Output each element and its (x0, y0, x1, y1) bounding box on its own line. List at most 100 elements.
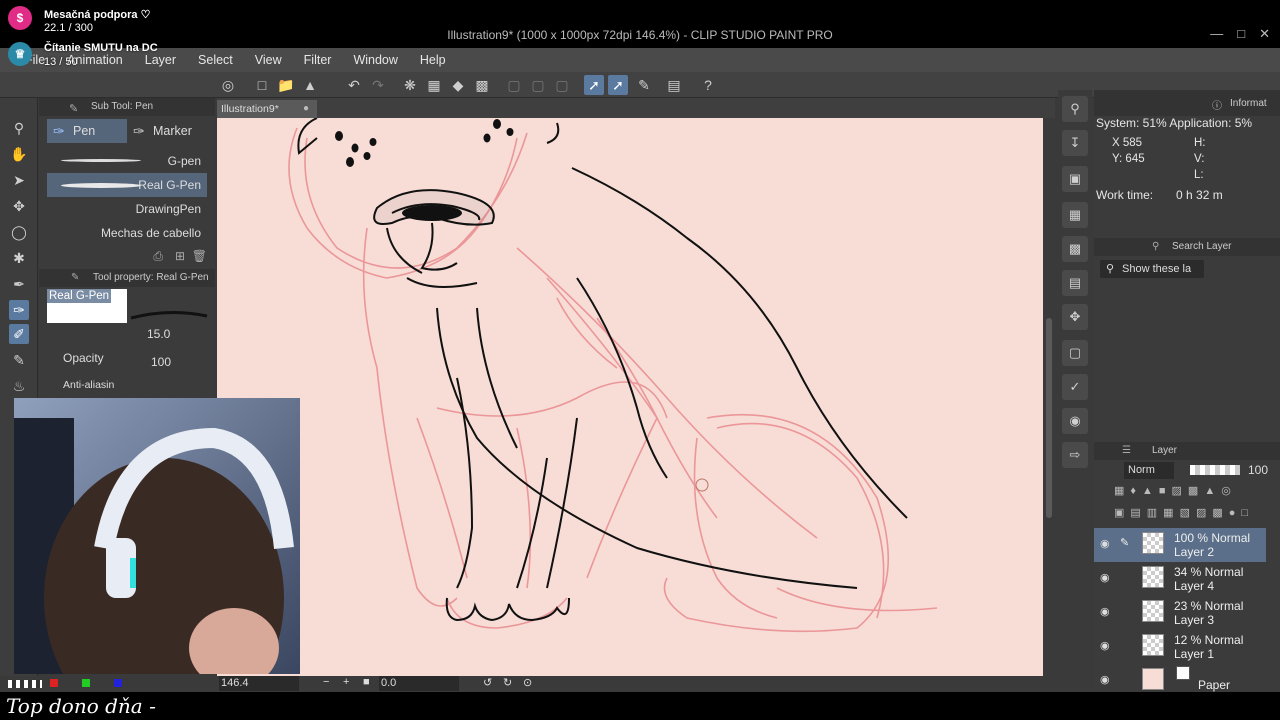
opacity-value[interactable]: 100 (151, 355, 171, 369)
layer-row-layer-1[interactable]: ◉ 12 % Normal Layer 1 (1094, 630, 1266, 664)
loading-icon[interactable]: ❋ (400, 75, 420, 95)
open-folder-icon[interactable]: 📁 (276, 75, 296, 95)
layer-name: Paper (1198, 678, 1231, 692)
new-file-icon[interactable]: □ (252, 75, 272, 95)
maximize-icon[interactable]: □ (1237, 26, 1245, 42)
animation-icon[interactable]: ▤ (1062, 270, 1088, 296)
crop-icon[interactable]: ▢ (504, 75, 524, 95)
lasso-icon[interactable]: ◯ (9, 222, 29, 242)
brush-item-real-g-pen[interactable]: Real G-Pen (47, 173, 207, 197)
scroll-thumb[interactable] (1046, 318, 1052, 518)
pen-tool-icon[interactable]: ✑ (9, 300, 29, 320)
tab-close-icon[interactable]: ● (303, 100, 309, 118)
brush-icon[interactable]: ✎ (9, 350, 29, 370)
layer-row-layer-4[interactable]: ◉ 34 % Normal Layer 4 (1094, 562, 1266, 596)
sub-view-icon[interactable]: ✥ (1062, 304, 1088, 330)
zoom-icon[interactable]: ⚲ (9, 118, 29, 138)
rotate-right-icon[interactable]: ↻ (503, 676, 512, 689)
material-icon[interactable]: ↧ (1062, 130, 1088, 156)
menu-view[interactable]: View (244, 53, 293, 67)
brush-stroke-preview (130, 310, 208, 320)
snap-special-icon[interactable]: ➚ (608, 75, 628, 95)
tab-pen[interactable]: ✑ Pen (47, 119, 127, 143)
help-icon[interactable]: ? (698, 75, 718, 95)
canvas[interactable] (217, 118, 1043, 676)
reset-rotation-icon[interactable]: ⊙ (523, 676, 532, 689)
item-bank-icon[interactable]: ▣ (1062, 166, 1088, 192)
visibility-eye-icon[interactable]: ◉ (1100, 537, 1110, 550)
layer-row-layer-3[interactable]: ◉ 23 % Normal Layer 3 (1094, 596, 1266, 630)
move-icon[interactable]: ✥ (9, 196, 29, 216)
visibility-eye-icon[interactable]: ◉ (1100, 605, 1110, 618)
auto-action-icon[interactable]: ✓ (1062, 374, 1088, 400)
info-header: ⓘ Informat (1094, 90, 1280, 116)
layer-row-layer-2[interactable]: ◉ ✎ 100 % Normal Layer 2 (1094, 528, 1266, 562)
deselect-icon[interactable]: ▢ (528, 75, 548, 95)
grid-icon[interactable]: ▦ (1062, 202, 1088, 228)
rotate-left-icon[interactable]: ↺ (483, 676, 492, 689)
pencil-tool-icon[interactable]: ✐ (9, 324, 29, 344)
canvas-vertical-scrollbar[interactable] (1043, 118, 1055, 676)
menu-help[interactable]: Help (409, 53, 457, 67)
export-icon[interactable]: ⇨ (1062, 442, 1088, 468)
navigator-icon[interactable]: ⚲ (1062, 96, 1088, 122)
tab-illustration9[interactable]: Illustration9* ● (217, 100, 317, 118)
size-row: 15.0 (47, 325, 207, 349)
layer-opacity-value[interactable]: 100 (1248, 463, 1268, 477)
transform-icon[interactable]: ▩ (472, 75, 492, 95)
zoom-out-icon[interactable]: − (323, 676, 329, 688)
search-layer-filter[interactable]: ⚲ Show these la (1100, 260, 1204, 278)
brush-item-g-pen[interactable]: G-pen (47, 149, 207, 173)
size-value[interactable]: 15.0 (147, 327, 170, 341)
menu-window[interactable]: Window (342, 53, 408, 67)
clear-icon[interactable]: ▦ (424, 75, 444, 95)
camera-icon[interactable]: ◉ (1062, 408, 1088, 434)
visibility-eye-icon[interactable]: ◉ (1100, 639, 1110, 652)
rotation-field[interactable]: 0.0 (379, 676, 459, 691)
airbrush-icon[interactable]: ♨ (9, 376, 29, 396)
layer-row-paper[interactable]: ◉ Paper (1094, 664, 1266, 692)
blue-swatch[interactable] (114, 679, 122, 687)
history-icon[interactable]: ▢ (1062, 340, 1088, 366)
magic-wand-icon[interactable]: ✱ (9, 248, 29, 268)
sub-tool-delete-icon[interactable]: 🗑 (192, 249, 207, 263)
opacity-slider[interactable] (1190, 465, 1240, 475)
dollar-badge-icon: $ (8, 6, 32, 30)
brush-item-drawingpen[interactable]: DrawingPen (47, 197, 207, 221)
edit-pencil-icon: ✎ (1120, 537, 1130, 549)
zoom-in-icon[interactable]: + (343, 676, 349, 688)
snap-ruler-icon[interactable]: ➚ (584, 75, 604, 95)
settings-icon[interactable]: ▤ (664, 75, 684, 95)
visibility-eye-icon[interactable]: ◉ (1100, 571, 1110, 584)
menu-filter[interactable]: Filter (293, 53, 343, 67)
opacity-label: Opacity (63, 351, 104, 365)
sub-tool-add-icon[interactable]: ⊞ (175, 249, 185, 263)
invert-icon[interactable]: ▢ (552, 75, 572, 95)
close-icon[interactable]: ✕ (1259, 26, 1270, 42)
antialias-label: Anti-aliasin (63, 379, 115, 391)
color-swatch-strip[interactable] (8, 680, 42, 688)
pen-pressure-icon[interactable]: ✎ (634, 75, 654, 95)
redo-icon[interactable]: ↷ (368, 75, 388, 95)
fit-icon[interactable]: ■ (363, 676, 370, 688)
brush-item-mechas[interactable]: Mechas de cabello (47, 221, 207, 245)
texture-icon[interactable]: ▩ (1062, 236, 1088, 262)
save-icon[interactable]: ▲ (300, 75, 320, 95)
blend-mode-select[interactable]: Norm (1124, 462, 1174, 479)
hand-icon[interactable]: ✋ (9, 144, 29, 164)
clip-studio-icon[interactable]: ◎ (218, 75, 238, 95)
layer-blend-label: 34 % Normal (1174, 565, 1244, 579)
minimize-icon[interactable]: — (1210, 26, 1223, 42)
menu-select[interactable]: Select (187, 53, 244, 67)
sub-tool-copy-icon[interactable]: ⎙ (153, 249, 163, 264)
tab-marker[interactable]: ✑ Marker (127, 119, 207, 143)
fill-icon[interactable]: ◆ (448, 75, 468, 95)
visibility-eye-icon[interactable]: ◉ (1100, 673, 1110, 686)
eyedropper-icon[interactable]: ✒ (9, 274, 29, 294)
operation-icon[interactable]: ➤ (9, 170, 29, 190)
green-swatch[interactable] (82, 679, 90, 687)
undo-icon[interactable]: ↶ (344, 75, 364, 95)
red-swatch[interactable] (50, 679, 58, 687)
zoom-field[interactable]: 146.4 (219, 676, 299, 691)
window-controls: — □ ✕ (1210, 26, 1270, 42)
